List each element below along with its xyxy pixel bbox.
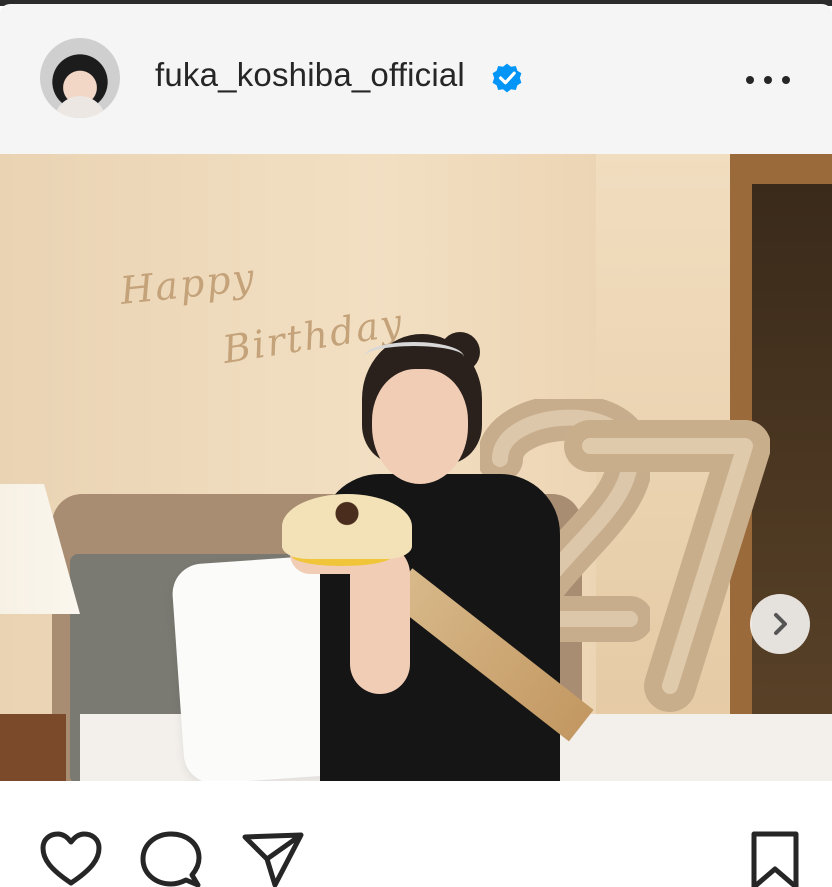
username-link[interactable]: fuka_koshiba_official [155,56,465,94]
verified-badge-icon [492,63,522,93]
cake [282,494,412,559]
avatar[interactable] [40,38,120,118]
balloon-digit-1 [564,420,770,712]
wall-decor-text: Happy [118,255,258,313]
action-bar [0,781,832,887]
avatar-shoulders [54,96,106,118]
more-options-icon[interactable] [746,70,790,90]
post-header: fuka_koshiba_official [0,4,832,154]
next-slide-button[interactable] [750,594,810,654]
post-photo[interactable]: Happy Birthday [0,154,832,781]
chevron-right-icon [774,613,787,635]
birthday-tiara [364,342,464,372]
